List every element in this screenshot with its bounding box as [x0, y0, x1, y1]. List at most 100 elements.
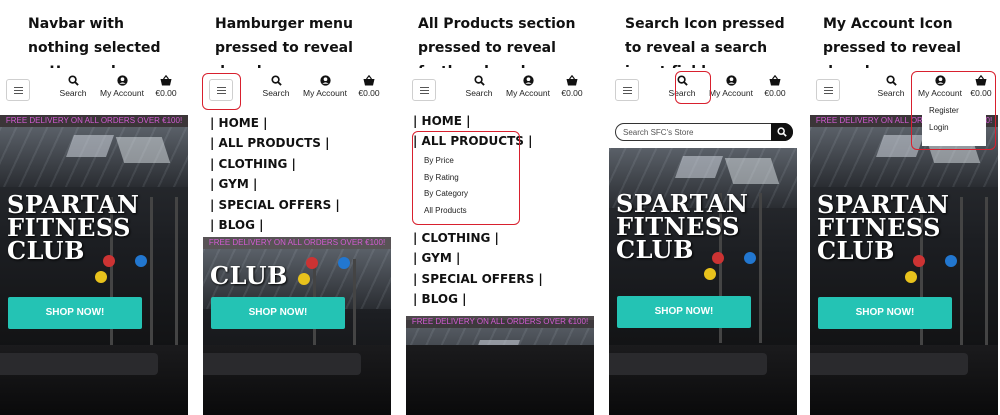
shop-now-button[interactable]: SHOP NOW!	[8, 297, 142, 329]
search-label: Search	[465, 88, 493, 98]
submenu-all-products[interactable]: All Products	[414, 203, 587, 220]
menu-item-blog[interactable]: | BLOG |	[413, 289, 543, 309]
menu-item-home[interactable]: | HOME |	[210, 113, 340, 133]
navbar: Search My Account €0.00	[203, 68, 391, 113]
menu-item-gym[interactable]: | GYM |	[210, 174, 340, 194]
account-label: My Account	[303, 88, 347, 98]
hero-title-line-3: CLUB	[817, 236, 895, 265]
account-icon	[522, 75, 534, 86]
search-button[interactable]: Search	[259, 75, 293, 98]
menu-item-all-products[interactable]: | ALL PRODUCTS |	[210, 133, 340, 153]
navbar: Search My Account €0.00	[609, 68, 797, 113]
hero-title: SPARTAN FITNESS CLUB	[817, 193, 949, 265]
basket-total: €0.00	[970, 88, 992, 98]
account-button[interactable]: My Account	[705, 75, 757, 98]
account-button[interactable]: My Account	[914, 75, 966, 98]
hero: SPARTAN FITNESS CLUB SHOP NOW!	[0, 127, 188, 415]
submenu-by-price[interactable]: By Price	[414, 153, 587, 170]
hamburger-button[interactable]	[615, 79, 639, 101]
hamburger-button[interactable]	[412, 79, 436, 101]
basket-total: €0.00	[155, 88, 177, 98]
account-button[interactable]: My Account	[299, 75, 351, 98]
search-icon	[777, 127, 787, 137]
search-icon	[270, 75, 282, 86]
menu-item-special-offers[interactable]: | SPECIAL OFFERS |	[210, 195, 340, 215]
search-label: Search	[668, 88, 696, 98]
hero-title-line-3: CLUB	[616, 235, 694, 264]
navbar: Search My Account €0.00	[0, 68, 188, 113]
search-label: Search	[877, 88, 905, 98]
menu-item-home[interactable]: | HOME |	[413, 111, 532, 131]
promo-banner: FREE DELIVERY ON ALL ORDERS OVER €100!	[406, 316, 594, 328]
search-input[interactable]	[623, 126, 763, 138]
account-icon	[116, 75, 128, 86]
basket-total: €0.00	[358, 88, 380, 98]
account-icon	[934, 75, 946, 86]
search-submit-button[interactable]	[771, 123, 793, 141]
account-dropdown: Register Login	[922, 102, 986, 146]
account-label: My Account	[506, 88, 550, 98]
products-submenu: By Price By Rating By Category All Produ…	[414, 153, 587, 229]
menu-item-special-offers[interactable]: | SPECIAL OFFERS |	[413, 269, 543, 289]
basket-total: €0.00	[561, 88, 583, 98]
hero-title: SPARTAN FITNESS CLUB	[616, 192, 748, 264]
basket-icon	[769, 75, 781, 86]
search-button[interactable]: Search	[874, 75, 908, 98]
promo-banner: FREE DELIVERY ON ALL ORDERS OVER €100!	[203, 237, 391, 249]
submenu-by-category[interactable]: By Category	[414, 186, 587, 203]
search-button[interactable]: Search	[56, 75, 90, 98]
shop-now-button[interactable]: SHOP NOW!	[617, 296, 751, 328]
panel-products-open: Search My Account €0.00 | HOME | | ALL P…	[406, 68, 594, 415]
hero-title: SPARTAN FITNESS CLUB	[7, 193, 139, 265]
submenu-by-rating[interactable]: By Rating	[414, 170, 587, 187]
account-button[interactable]: My Account	[502, 75, 554, 98]
nav-menu: | HOME | | ALL PRODUCTS |	[413, 111, 532, 152]
account-button[interactable]: My Account	[96, 75, 148, 98]
search-button[interactable]: Search	[462, 75, 496, 98]
search-label: Search	[59, 88, 87, 98]
menu-item-clothing[interactable]: | CLOTHING |	[413, 228, 543, 248]
panel-hamburger-open: Search My Account €0.00 | HOME | | ALL P…	[203, 68, 391, 415]
basket-icon	[566, 75, 578, 86]
account-label: My Account	[100, 88, 144, 98]
basket-icon	[975, 75, 987, 86]
hamburger-button[interactable]	[6, 79, 30, 101]
basket-icon	[363, 75, 375, 86]
account-icon	[725, 75, 737, 86]
basket-button[interactable]: €0.00	[760, 75, 790, 98]
dropdown-register[interactable]: Register	[922, 102, 986, 119]
promo-banner: FREE DELIVERY ON ALL ORDERS OVER €100!	[0, 115, 188, 127]
panel-default: Search My Account €0.00 FREE DELIVERY ON…	[0, 68, 188, 415]
basket-button[interactable]: €0.00	[557, 75, 587, 98]
navbar: Search My Account €0.00	[406, 68, 594, 113]
search-icon	[67, 75, 79, 86]
shop-now-button[interactable]: SHOP NOW!	[211, 297, 345, 329]
hero: SPARTAN FITNESS CLUB SHOP NOW!	[810, 127, 998, 415]
menu-item-blog[interactable]: | BLOG |	[210, 215, 340, 235]
nav-menu: | HOME | | ALL PRODUCTS | | CLOTHING | |…	[210, 113, 340, 235]
search-icon	[473, 75, 485, 86]
menu-item-clothing[interactable]: | CLOTHING |	[210, 154, 340, 174]
dropdown-login[interactable]: Login	[922, 119, 986, 136]
basket-button[interactable]: €0.00	[354, 75, 384, 98]
hamburger-button[interactable]	[816, 79, 840, 101]
basket-total: €0.00	[764, 88, 786, 98]
basket-button[interactable]: €0.00	[966, 75, 996, 98]
panel-account-open: Search My Account €0.00 FREE DELIVERY ON…	[810, 68, 998, 415]
hamburger-button[interactable]	[209, 79, 233, 101]
menu-item-all-products[interactable]: | ALL PRODUCTS |	[413, 131, 532, 151]
hero	[406, 320, 594, 415]
menu-item-gym[interactable]: | GYM |	[413, 248, 543, 268]
hero-title: FITNESS CLUB	[210, 249, 334, 288]
account-icon	[319, 75, 331, 86]
account-label: My Account	[709, 88, 753, 98]
search-button[interactable]: Search	[665, 75, 699, 98]
search-label: Search	[262, 88, 290, 98]
hero: FITNESS CLUB SHOP NOW!	[203, 249, 391, 415]
hero: SPARTAN FITNESS CLUB SHOP NOW!	[609, 148, 797, 415]
basket-button[interactable]: €0.00	[151, 75, 181, 98]
account-label: My Account	[918, 88, 962, 98]
shop-now-button[interactable]: SHOP NOW!	[818, 297, 952, 329]
search-icon	[676, 75, 688, 86]
hero-title-line-3: CLUB	[7, 236, 85, 265]
